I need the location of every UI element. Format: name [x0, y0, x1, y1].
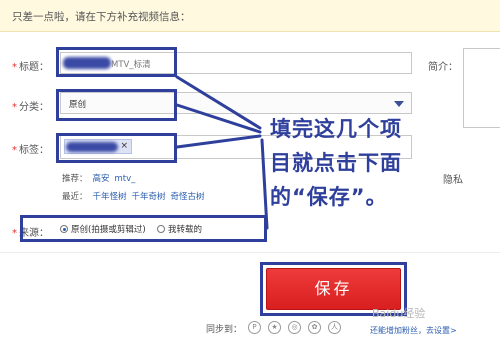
- callout-line: [175, 134, 262, 149]
- callout-line-1: 填完这几个项: [270, 117, 402, 141]
- settings-link[interactable]: 还能增加粉丝，去设置>: [370, 325, 457, 336]
- callout-line-2: 目就点击下面: [270, 151, 402, 175]
- callout-line: [260, 138, 269, 230]
- callout-connectors: [175, 75, 269, 230]
- divider: [0, 252, 500, 253]
- share-label: 同步到：: [206, 325, 243, 335]
- weibo-icon[interactable]: ◎: [288, 321, 301, 334]
- callout-text: 填完这几个项 目就点击下面 的“保存”。: [270, 112, 402, 214]
- qzone-icon[interactable]: ★: [268, 321, 281, 334]
- callout-line: [175, 75, 262, 130]
- watermark: Baidu经验: [372, 307, 426, 320]
- renren-icon[interactable]: 人: [328, 321, 341, 334]
- pengyou-icon[interactable]: P: [248, 321, 261, 334]
- callout-line: [175, 103, 262, 134]
- callout-line-3: 的“保存”。: [270, 185, 388, 209]
- save-button[interactable]: 保存: [266, 268, 401, 310]
- tencent-weibo-icon[interactable]: ✿: [308, 321, 321, 334]
- upload-form-page: 只差一点啦，请在下方补充视频信息： * 标题： MTV_标清 简介： * 分类： 原…: [0, 0, 500, 345]
